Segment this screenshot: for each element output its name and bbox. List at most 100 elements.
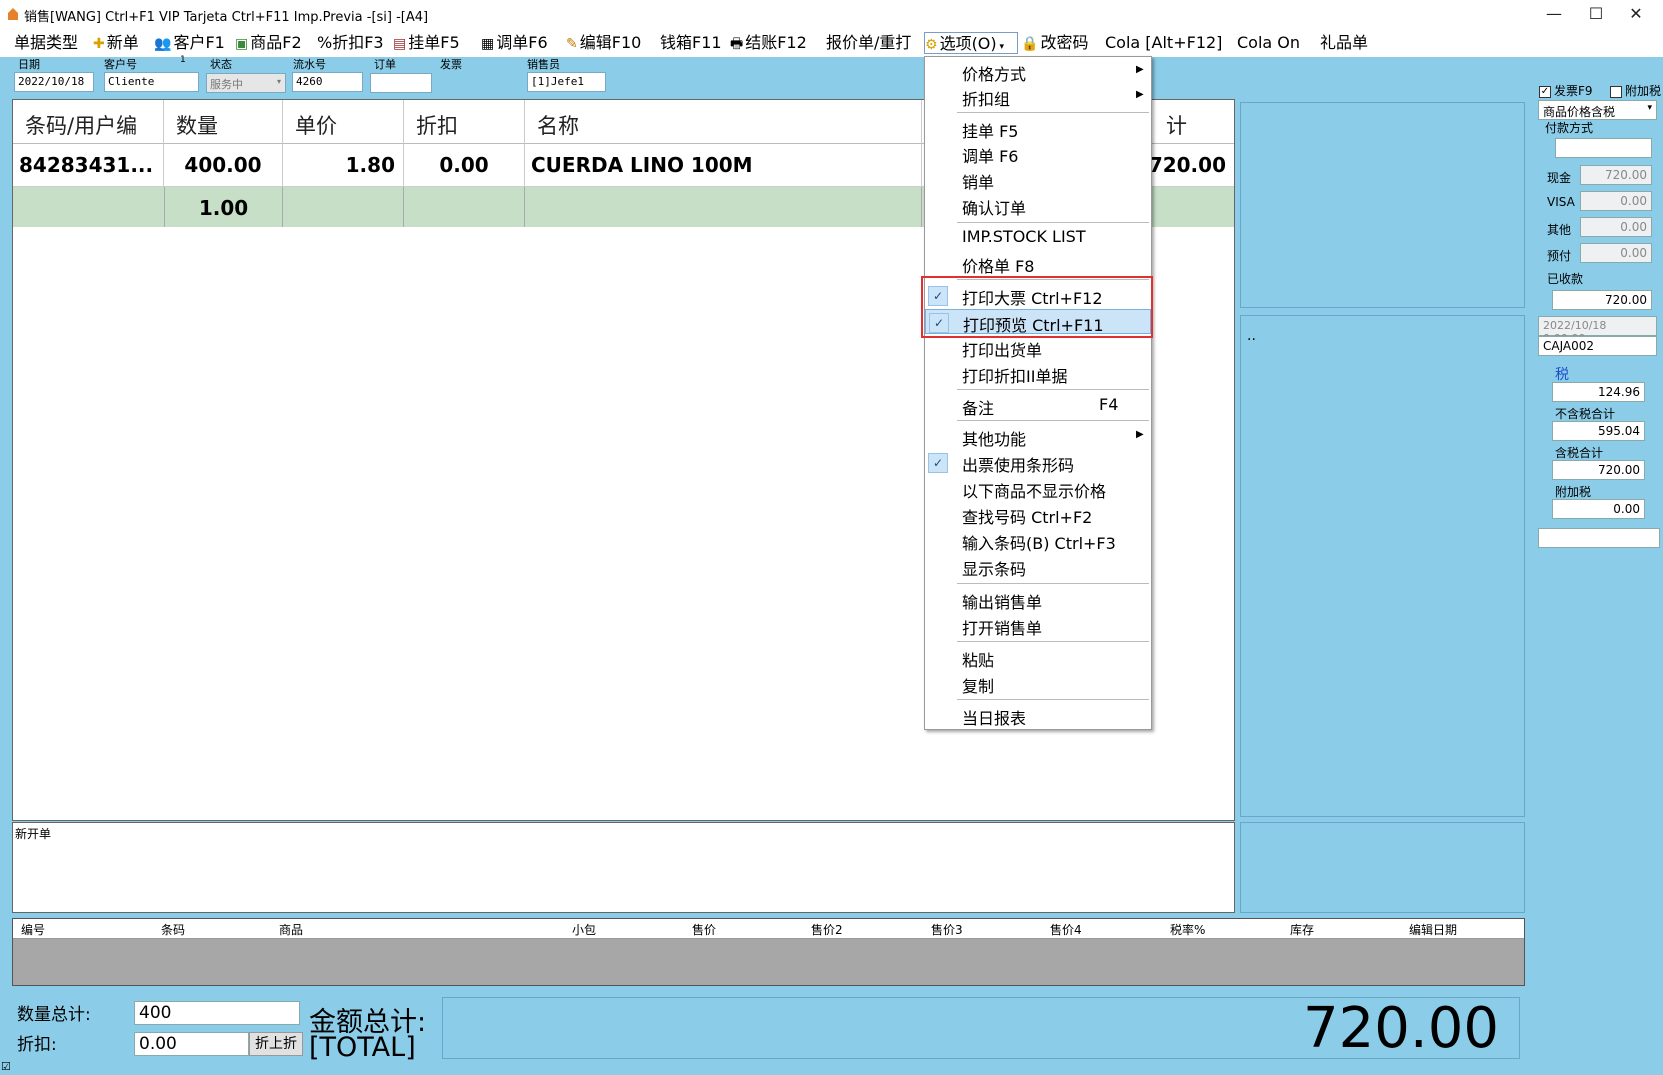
menu-item-discount-group[interactable]: 折扣组 ▶ [925, 84, 1151, 109]
menu-separator [957, 389, 1149, 390]
amount-total-label-en: [TOTAL] [309, 1032, 416, 1063]
menu-item-export-sale[interactable]: 输出销售单 [925, 587, 1151, 612]
menu-separator [957, 222, 1149, 223]
prepaid-value[interactable]: 0.00 [1580, 243, 1652, 263]
menu-item-note[interactable]: 备注 F4 [925, 393, 1151, 418]
product-icon: ▣ [235, 36, 249, 52]
col-taxrate[interactable]: 税率% [1170, 921, 1205, 938]
menu-item-barcode-ticket[interactable]: ✓ 出票使用条形码 [925, 450, 1151, 475]
menu-item-copy[interactable]: 复制 [925, 671, 1151, 696]
menu-separator [957, 641, 1149, 642]
col-price[interactable]: 单价 [283, 100, 404, 144]
checkbox-checked-icon: ✓ [1539, 85, 1551, 98]
net-label: 不含税合计 [1555, 407, 1616, 421]
menu-item-recall[interactable]: 调单 F6 [925, 141, 1151, 166]
product-button[interactable]: ▣ 商品F2 [235, 32, 302, 54]
col-name[interactable]: 名称 [525, 100, 922, 144]
col-code[interactable]: 条码 [161, 921, 185, 938]
seller-label: 销售员 [527, 58, 560, 71]
customer-number: 1 [180, 55, 186, 65]
col-edit-date[interactable]: 编辑日期 [1409, 921, 1457, 938]
discount-total-label: 折扣: [17, 1035, 57, 1055]
date-label: 日期 [18, 58, 40, 71]
blank-field[interactable] [1538, 528, 1660, 548]
menu-item-enter-barcode[interactable]: 输入条码(B) Ctrl+F3 [925, 528, 1151, 553]
menu-item-price-mode[interactable]: 价格方式 ▶ [925, 59, 1151, 84]
menu-item-other[interactable]: 其他功能 ▶ [925, 424, 1151, 449]
gift-button[interactable]: 礼品单 [1320, 32, 1368, 54]
date-field[interactable]: 2022/10/18 [14, 72, 94, 92]
quote-button[interactable]: 报价单/重打 [826, 32, 911, 54]
cola-alt-button[interactable]: Cola [Alt+F12] [1105, 32, 1222, 54]
payment-field[interactable] [1555, 138, 1652, 158]
order-field[interactable] [370, 73, 432, 93]
checkout-button[interactable]: 🖶 结账F12 [730, 32, 807, 54]
password-button[interactable]: 🔒 改密码 [1021, 32, 1088, 54]
menu-item-print-delivery[interactable]: 打印出货单 [925, 335, 1151, 360]
cashbox-button[interactable]: 钱箱F11 [660, 32, 722, 54]
col-price3[interactable]: 售价3 [931, 921, 963, 938]
title-bar: 销售[WANG] Ctrl+F1 VIP Tarjeta Ctrl+F11 Im… [0, 0, 1663, 30]
col-price4[interactable]: 售价4 [1050, 921, 1082, 938]
product-table-header: 编号 条码 商品 小包 售价 售价2 售价3 售价4 税率% 库存 编辑日期 [13, 919, 1524, 939]
hold-button[interactable]: ▤ 挂单F5 [393, 32, 460, 54]
col-id[interactable]: 编号 [21, 921, 45, 938]
price-mode-select[interactable]: 商品价格含税 ▾ [1538, 100, 1657, 120]
cola-on-button[interactable]: Cola On [1237, 32, 1300, 54]
extra-discount-button[interactable]: 折上折 [249, 1032, 303, 1056]
other-label: 其他 [1547, 223, 1572, 237]
total-display: 720.00 [442, 997, 1520, 1060]
received-label: 已收款 [1547, 272, 1584, 286]
col-price2[interactable]: 售价2 [811, 921, 843, 938]
menu-item-find-number[interactable]: 查找号码 Ctrl+F2 [925, 502, 1151, 527]
serial-field[interactable]: 4260 [292, 72, 363, 92]
menu-item-show-barcode[interactable]: 显示条码 [925, 554, 1151, 579]
menu-item-open-sale[interactable]: 打开销售单 [925, 613, 1151, 638]
col-price1[interactable]: 售价 [692, 921, 716, 938]
seller-field[interactable]: [1]Jefe1 [527, 72, 606, 92]
edit-button[interactable]: ✎ 编辑F10 [566, 32, 641, 54]
menu-item-void[interactable]: 销单 [925, 167, 1151, 192]
gear-icon: ⚙ [925, 37, 938, 53]
window-title: 销售[WANG] Ctrl+F1 VIP Tarjeta Ctrl+F11 Im… [24, 10, 429, 25]
discount-button[interactable]: %折扣F3 [317, 32, 384, 54]
menu-item-hold[interactable]: 挂单 F5 [925, 116, 1151, 141]
plus-icon: ✚ [93, 36, 105, 52]
invoice-label: 发票 [440, 58, 462, 71]
info-panel: .. [1240, 315, 1525, 817]
options-menu[interactable]: ⚙ 选项(O) ▾ [924, 32, 1018, 54]
sum-qty: 1.00 [198, 196, 249, 220]
col-qty[interactable]: 数量 [164, 100, 283, 144]
col-pack[interactable]: 小包 [572, 921, 596, 938]
customer-button[interactable]: 👥 客户F1 [154, 32, 225, 54]
printer-icon: 🖶 [730, 36, 744, 52]
visa-value[interactable]: 0.00 [1580, 191, 1652, 211]
close-button[interactable]: ✕ [1609, 0, 1663, 30]
menu-item-hide-price[interactable]: 以下商品不显示价格 [925, 476, 1151, 501]
menu-item-stock-list[interactable]: IMP.STOCK LIST [925, 225, 1151, 250]
highlight-box [921, 276, 1153, 338]
menu-item-daily-report[interactable]: 当日报表 [925, 703, 1151, 728]
recall-button[interactable]: ▦ 调单F6 [481, 32, 548, 54]
customer-field[interactable]: Cliente [104, 72, 199, 92]
cell-price: 1.80 [283, 144, 404, 186]
customer-label: 客户号 [104, 58, 137, 71]
discount-total-field[interactable]: 0.00 [134, 1032, 249, 1056]
surcharge-checkbox[interactable]: 附加税 [1610, 82, 1661, 99]
status-select[interactable]: 服务中 ▾ [206, 73, 286, 93]
cash-value[interactable]: 720.00 [1580, 165, 1652, 185]
col-product[interactable]: 商品 [279, 921, 303, 938]
invoice-checkbox[interactable]: ✓ 发票F9 [1539, 82, 1593, 99]
col-stock[interactable]: 库存 [1290, 921, 1314, 938]
col-barcode[interactable]: 条码/用户编 [13, 100, 164, 144]
note-area[interactable]: 新开单 [12, 822, 1235, 913]
doc-type-menu[interactable]: 单据类型 [14, 32, 78, 54]
image-panel [1240, 102, 1525, 308]
menu-item-paste[interactable]: 粘贴 [925, 645, 1151, 670]
menu-item-print-discount[interactable]: 打印折扣II单据 [925, 361, 1151, 386]
col-discount[interactable]: 折扣 [404, 100, 525, 144]
menu-item-price-list[interactable]: 价格单 F8 [925, 251, 1151, 276]
new-button[interactable]: ✚ 新单 [93, 32, 139, 54]
other-value[interactable]: 0.00 [1580, 217, 1652, 237]
menu-item-confirm-order[interactable]: 确认订单 [925, 193, 1151, 218]
